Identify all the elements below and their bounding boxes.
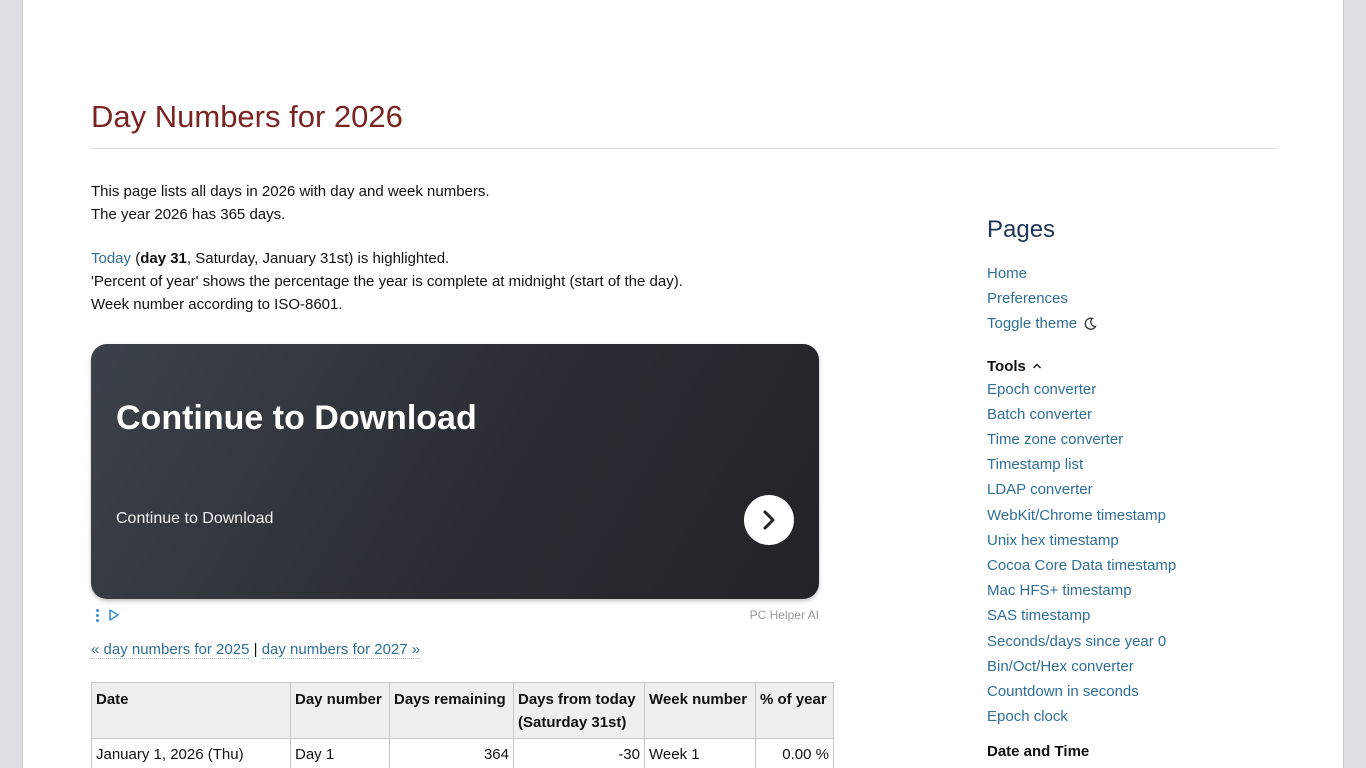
percent-note: 'Percent of year' shows the percentage t… (91, 273, 683, 290)
header-days-from-today-line1: Days from today (518, 691, 636, 708)
sidebar-tools-toggle[interactable]: Tools (987, 358, 1287, 375)
sidebar-tools-list: Epoch converter Batch converter Time zon… (987, 377, 1287, 730)
header-days-from-today-line2: (Saturday 31st) (518, 714, 627, 731)
year-nav-separator: | (253, 641, 258, 658)
chevron-up-icon (1032, 363, 1041, 369)
sidebar-item-home[interactable]: Home (987, 261, 1287, 286)
header-date: Date (91, 682, 291, 739)
today-paren: ( (131, 250, 141, 267)
sidebar-item-mac-hfs-timestamp[interactable]: Mac HFS+ timestamp (987, 578, 1287, 603)
chevron-right-icon (763, 510, 775, 530)
prev-year-link[interactable]: « day numbers for 2025 (91, 641, 250, 659)
intro-paragraph: This page lists all days in 2026 with da… (91, 180, 911, 226)
cell-day-number: Day 1 (290, 738, 390, 768)
header-day-number: Day number (290, 682, 390, 739)
ad-next-button[interactable] (744, 495, 794, 545)
sidebar-pages-list: Home Preferences Toggle theme (987, 261, 1287, 337)
ad-headline[interactable]: Continue to Download (116, 399, 477, 438)
sidebar-item-countdown-in-seconds[interactable]: Countdown in seconds (987, 679, 1287, 704)
sidebar-item-epoch-clock[interactable]: Epoch clock (987, 704, 1287, 729)
sidebar-item-time-zone-converter[interactable]: Time zone converter (987, 427, 1287, 452)
sidebar-item-batch-converter[interactable]: Batch converter (987, 402, 1287, 427)
header-days-remaining: Days remaining (389, 682, 514, 739)
header-days-from-today: Days from today (Saturday 31st) (513, 682, 645, 739)
sidebar-item-toggle-theme[interactable]: Toggle theme (987, 311, 1287, 336)
ad-brand[interactable]: PC Helper AI (750, 608, 819, 622)
ad-banner[interactable]: Continue to Download Continue to Downloa… (91, 344, 819, 599)
intro-line-1: This page lists all days in 2026 with da… (91, 183, 490, 200)
page-title: Day Numbers for 2026 (91, 99, 403, 134)
cell-percent-of-year: 0.00 % (755, 738, 834, 768)
ad-subtext[interactable]: Continue to Download (116, 510, 273, 528)
intro-text: This page lists all days in 2026 with da… (91, 180, 911, 337)
sidebar-item-cocoa-timestamp[interactable]: Cocoa Core Data timestamp (987, 553, 1287, 578)
sidebar-item-unix-hex-timestamp[interactable]: Unix hex timestamp (987, 528, 1287, 553)
moon-icon (1084, 318, 1097, 331)
today-day-number: day 31 (140, 250, 187, 267)
sidebar: Pages Home Preferences Toggle theme Tool… (987, 216, 1287, 760)
sidebar-item-timestamp-list[interactable]: Timestamp list (987, 452, 1287, 477)
title-divider (91, 148, 1277, 149)
sidebar-item-epoch-converter[interactable]: Epoch converter (987, 377, 1287, 402)
ad-choices-icon[interactable] (108, 608, 120, 622)
table-row: January 1, 2026 (Thu) Day 1 364 -30 Week… (91, 738, 834, 768)
sidebar-item-ldap-converter[interactable]: LDAP converter (987, 477, 1287, 502)
toggle-theme-label: Toggle theme (987, 315, 1078, 333)
cell-days-remaining: 364 (389, 738, 514, 768)
header-week-number: Week number (644, 682, 756, 739)
sidebar-item-seconds-since-year-0[interactable]: Seconds/days since year 0 (987, 629, 1287, 654)
sidebar-item-preferences[interactable]: Preferences (987, 286, 1287, 311)
cell-date: January 1, 2026 (Thu) (91, 738, 291, 768)
cell-week-number: Week 1 (644, 738, 756, 768)
notes-paragraph: Today (day 31, Saturday, January 31st) i… (91, 247, 911, 316)
intro-line-2: The year 2026 has 365 days. (91, 206, 286, 223)
week-note: Week number according to ISO-8601. (91, 296, 343, 313)
sidebar-item-bin-oct-hex-converter[interactable]: Bin/Oct/Hex converter (987, 654, 1287, 679)
ad-options-icon[interactable] (96, 609, 100, 622)
page-content: Day Numbers for 2026 This page lists all… (22, 0, 1344, 768)
sidebar-tools-heading: Tools (987, 357, 1026, 375)
header-percent-of-year: % of year (755, 682, 834, 739)
next-year-link[interactable]: day numbers for 2027 » (261, 641, 421, 659)
today-link[interactable]: Today (91, 250, 131, 267)
sidebar-pages-heading: Pages (987, 216, 1056, 243)
day-numbers-table: Date Day number Days remaining Days from… (91, 682, 834, 768)
sidebar-item-sas-timestamp[interactable]: SAS timestamp (987, 603, 1287, 628)
year-navigation: « day numbers for 2025 | day numbers for… (91, 641, 421, 659)
table-header-row: Date Day number Days remaining Days from… (91, 682, 834, 739)
sidebar-item-webkit-timestamp[interactable]: WebKit/Chrome timestamp (987, 503, 1287, 528)
cell-days-from-today: -30 (513, 738, 645, 768)
today-description: , Saturday, January 31st) is highlighted… (186, 250, 450, 267)
sidebar-date-heading[interactable]: Date and Time (987, 743, 1287, 760)
ad-info-bar: PC Helper AI (91, 607, 819, 625)
